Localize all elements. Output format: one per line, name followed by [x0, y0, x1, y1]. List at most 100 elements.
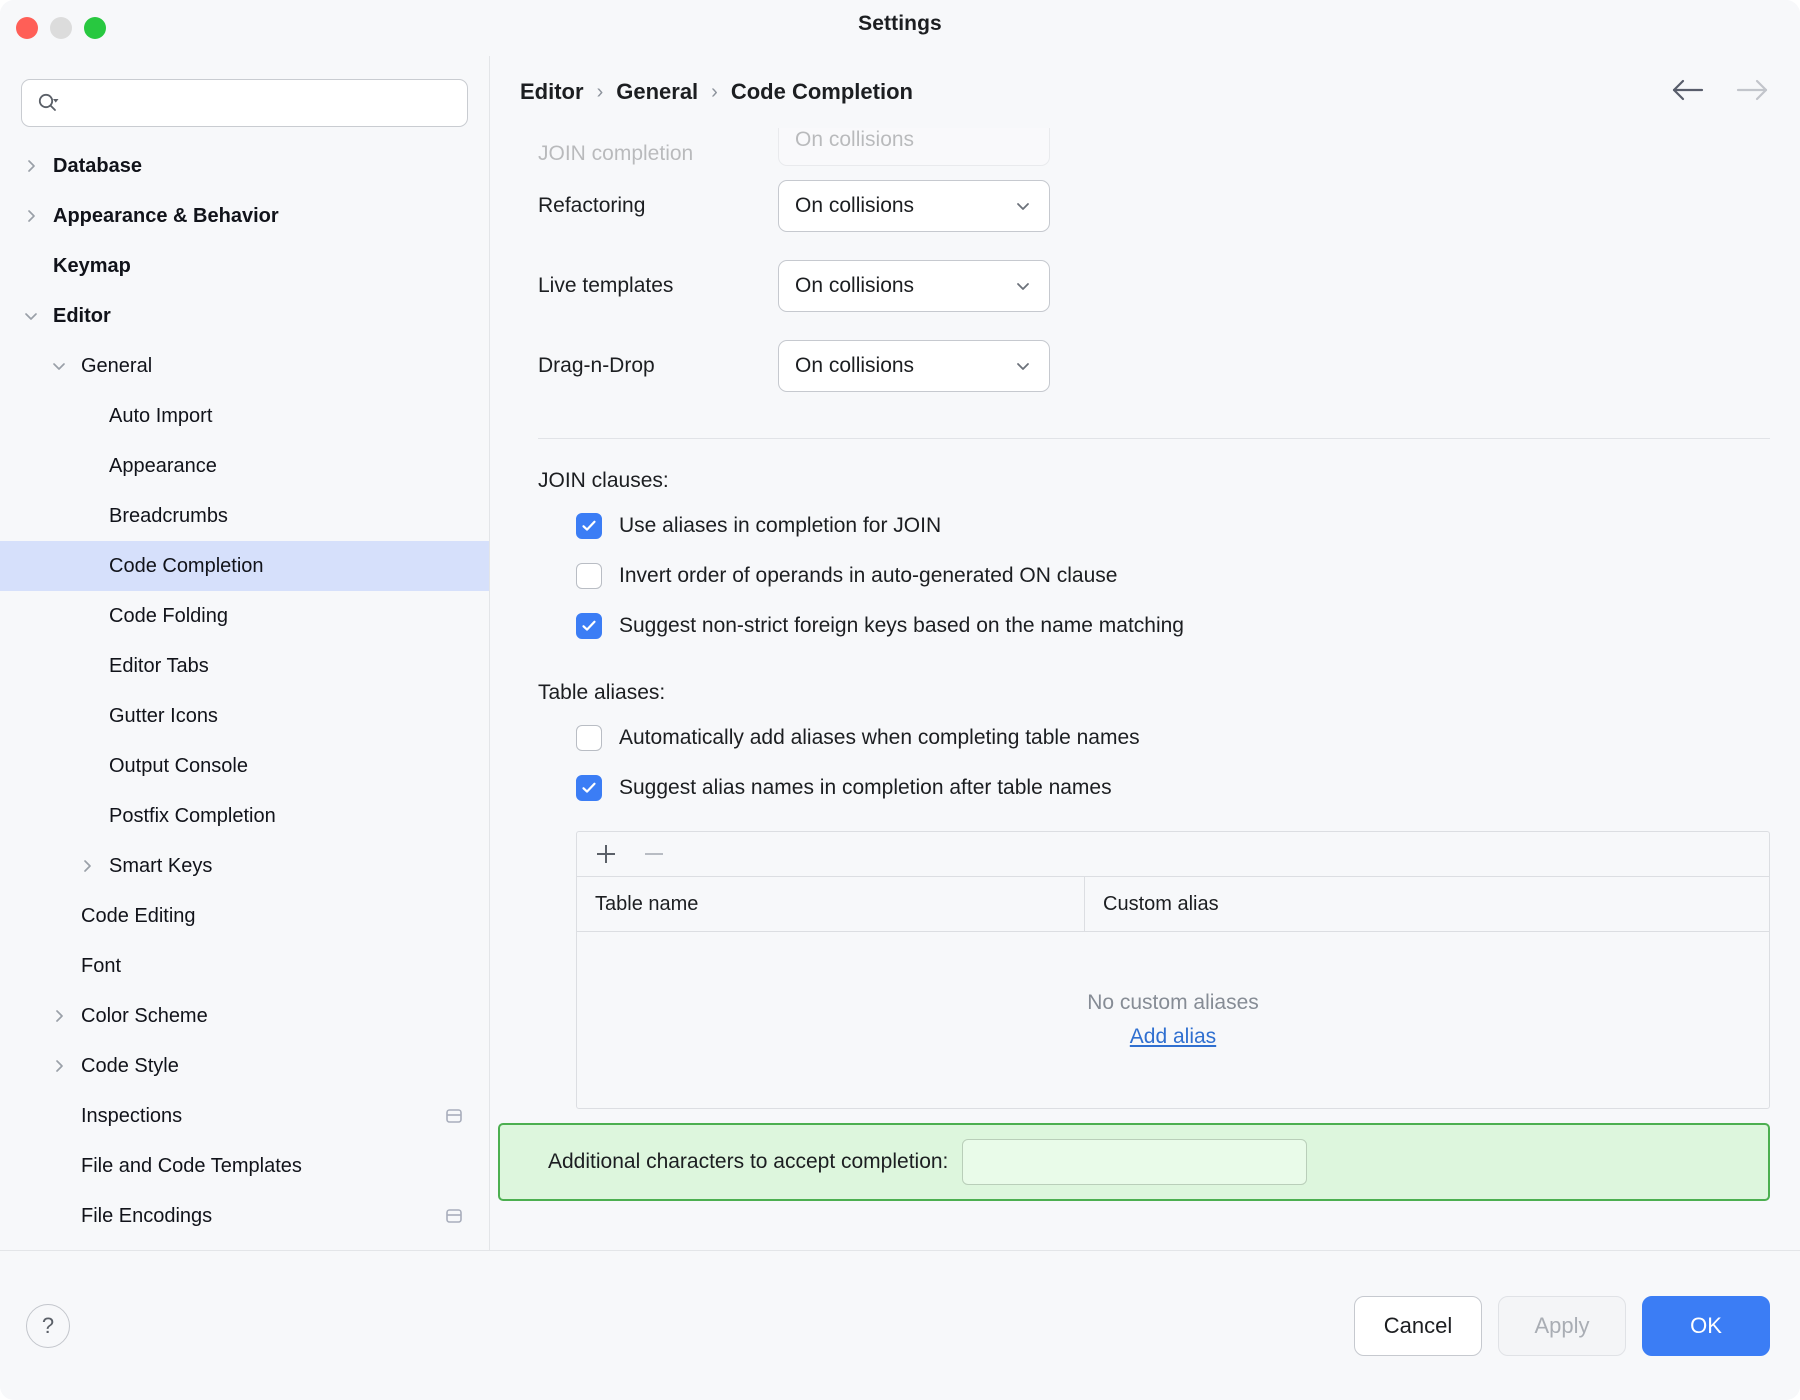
dropdown-rows: RefactoringOn collisions Live templates On…	[490, 166, 1800, 406]
breadcrumb: Editor › General › Code Completion	[490, 56, 1800, 128]
live-templates-dropdown[interactable]: On collisions	[778, 260, 1050, 312]
checkbox-row[interactable]: Automatically add aliases when completin…	[490, 713, 1800, 763]
sidebar-item-label: Inspections	[81, 1105, 182, 1128]
setting-label: Drag-n-Drop	[538, 354, 778, 378]
sidebar-item-label: File and Code Templates	[81, 1155, 302, 1178]
breadcrumb-separator: ›	[597, 81, 604, 104]
sidebar-item-file-encodings[interactable]: File Encodings	[0, 1191, 489, 1241]
sidebar-item-appearance[interactable]: Appearance	[0, 441, 489, 491]
sidebar-item-label: Code Completion	[109, 555, 264, 578]
breadcrumb-item-0[interactable]: Editor	[520, 79, 584, 105]
sidebar-item-editor[interactable]: Editor	[0, 291, 489, 341]
sidebar-item-label: Auto Import	[109, 405, 212, 428]
sidebar-item-appearance-behavior[interactable]: Appearance & Behavior	[0, 191, 489, 241]
sidebar-item-label: General	[81, 355, 152, 378]
refactoring-dropdown[interactable]: On collisions	[778, 180, 1050, 232]
table-aliases-options: Automatically add aliases when completin…	[490, 713, 1800, 813]
chevron-right-icon[interactable]	[76, 858, 98, 874]
sidebar-item-label: Postfix Completion	[109, 805, 276, 828]
settings-sidebar: Database Appearance & Behavior Keymap Edito…	[0, 56, 490, 1250]
sidebar-item-database[interactable]: Database	[0, 141, 489, 191]
checkbox-unchecked[interactable]	[576, 563, 602, 589]
sidebar-item-label: Color Scheme	[81, 1005, 208, 1028]
checkbox-row[interactable]: Use aliases in completion for JOIN	[490, 501, 1800, 551]
cancel-button[interactable]: Cancel	[1354, 1296, 1482, 1356]
help-button[interactable]: ?	[26, 1304, 70, 1348]
table-empty-state: No custom aliases Add alias	[577, 932, 1769, 1108]
checkbox-checked[interactable]	[576, 613, 602, 639]
checkbox-label: Automatically add aliases when completin…	[619, 726, 1140, 750]
dropdown-value: On collisions	[795, 274, 914, 298]
sidebar-item-file-and-code-templates[interactable]: File and Code Templates	[0, 1141, 489, 1191]
sidebar-item-live-templates[interactable]: Live Templates	[0, 1241, 489, 1250]
chevron-right-icon[interactable]	[20, 158, 42, 174]
chevron-down-icon	[1013, 276, 1033, 296]
breadcrumb-item-1[interactable]: General	[616, 79, 698, 105]
sidebar-item-breadcrumbs[interactable]: Breadcrumbs	[0, 491, 489, 541]
add-alias-link[interactable]: Add alias	[1130, 1025, 1216, 1049]
sidebar-item-label: Keymap	[53, 255, 131, 278]
sidebar-item-auto-import[interactable]: Auto Import	[0, 391, 489, 441]
chevron-down-icon[interactable]	[20, 308, 42, 324]
setting-row-refactoring: RefactoringOn collisions	[490, 166, 1800, 246]
join-completion-dropdown[interactable]: On collisions	[778, 128, 1050, 166]
sidebar-item-gutter-icons[interactable]: Gutter Icons	[0, 691, 489, 741]
search-box[interactable]	[21, 79, 468, 127]
sidebar-item-general[interactable]: General	[0, 341, 489, 391]
sidebar-item-postfix-completion[interactable]: Postfix Completion	[0, 791, 489, 841]
sidebar-item-label: Code Editing	[81, 905, 196, 928]
sidebar-item-code-style[interactable]: Code Style	[0, 1041, 489, 1091]
sidebar-item-label: Smart Keys	[109, 855, 212, 878]
checkbox-label: Suggest non-strict foreign keys based on…	[619, 614, 1184, 638]
table-toolbar	[577, 832, 1769, 877]
sidebar-item-font[interactable]: Font	[0, 941, 489, 991]
settings-content: JOIN completion On collisions Refactorin…	[490, 128, 1800, 1250]
add-row-button[interactable]	[591, 839, 621, 869]
setting-label: JOIN completion	[538, 142, 778, 166]
sidebar-item-code-completion[interactable]: Code Completion	[0, 541, 489, 591]
setting-label: Live templates	[538, 274, 778, 298]
checkbox-checked[interactable]	[576, 513, 602, 539]
dialog-footer: ? Cancel Apply OK	[0, 1250, 1800, 1400]
dropdown-value: On collisions	[795, 354, 914, 378]
checkbox-checked[interactable]	[576, 775, 602, 801]
join-clauses-options: Use aliases in completion for JOIN Invert…	[490, 501, 1800, 651]
sidebar-item-label: Appearance	[109, 455, 217, 478]
chevron-down-icon	[1013, 356, 1033, 376]
column-header-table-name[interactable]: Table name	[577, 877, 1085, 931]
back-arrow-icon[interactable]	[1670, 77, 1706, 108]
sidebar-item-output-console[interactable]: Output Console	[0, 741, 489, 791]
settings-window: Settings DatabaseAppearance & BehaviorKe…	[0, 0, 1800, 1400]
sidebar-item-code-folding[interactable]: Code Folding	[0, 591, 489, 641]
sidebar-item-keymap[interactable]: Keymap	[0, 241, 489, 291]
chevron-down-icon[interactable]	[48, 358, 70, 374]
sidebar-item-smart-keys[interactable]: Smart Keys	[0, 841, 489, 891]
sidebar-item-label: Appearance & Behavior	[53, 205, 279, 228]
checkbox-row[interactable]: Suggest alias names in completion after …	[490, 763, 1800, 813]
breadcrumb-separator: ›	[711, 81, 718, 104]
additional-characters-input[interactable]	[962, 1139, 1307, 1185]
sidebar-item-color-scheme[interactable]: Color Scheme	[0, 991, 489, 1041]
project-scope-icon	[443, 1205, 465, 1227]
apply-button: Apply	[1498, 1296, 1626, 1356]
drag-n-drop-dropdown[interactable]: On collisions	[778, 340, 1050, 392]
sidebar-item-label: Breadcrumbs	[109, 505, 228, 528]
chevron-right-icon[interactable]	[48, 1058, 70, 1074]
checkbox-label: Use aliases in completion for JOIN	[619, 514, 941, 538]
sidebar-item-code-editing[interactable]: Code Editing	[0, 891, 489, 941]
setting-row-drag-n-drop: Drag-n-Drop On collisions	[490, 326, 1800, 406]
search-input[interactable]	[68, 92, 453, 115]
dropdown-value: On collisions	[795, 194, 914, 218]
sidebar-item-label: Font	[81, 955, 121, 978]
chevron-right-icon[interactable]	[48, 1008, 70, 1024]
column-header-custom-alias[interactable]: Custom alias	[1085, 877, 1769, 931]
chevron-right-icon[interactable]	[20, 208, 42, 224]
setting-row-join-completion: JOIN completion On collisions	[490, 128, 1800, 166]
additional-characters-highlight: Additional characters to accept completi…	[498, 1123, 1770, 1201]
checkbox-row[interactable]: Invert order of operands in auto-generat…	[490, 551, 1800, 601]
checkbox-row[interactable]: Suggest non-strict foreign keys based on…	[490, 601, 1800, 651]
ok-button[interactable]: OK	[1642, 1296, 1770, 1356]
sidebar-item-inspections[interactable]: Inspections	[0, 1091, 489, 1141]
sidebar-item-editor-tabs[interactable]: Editor Tabs	[0, 641, 489, 691]
checkbox-unchecked[interactable]	[576, 725, 602, 751]
